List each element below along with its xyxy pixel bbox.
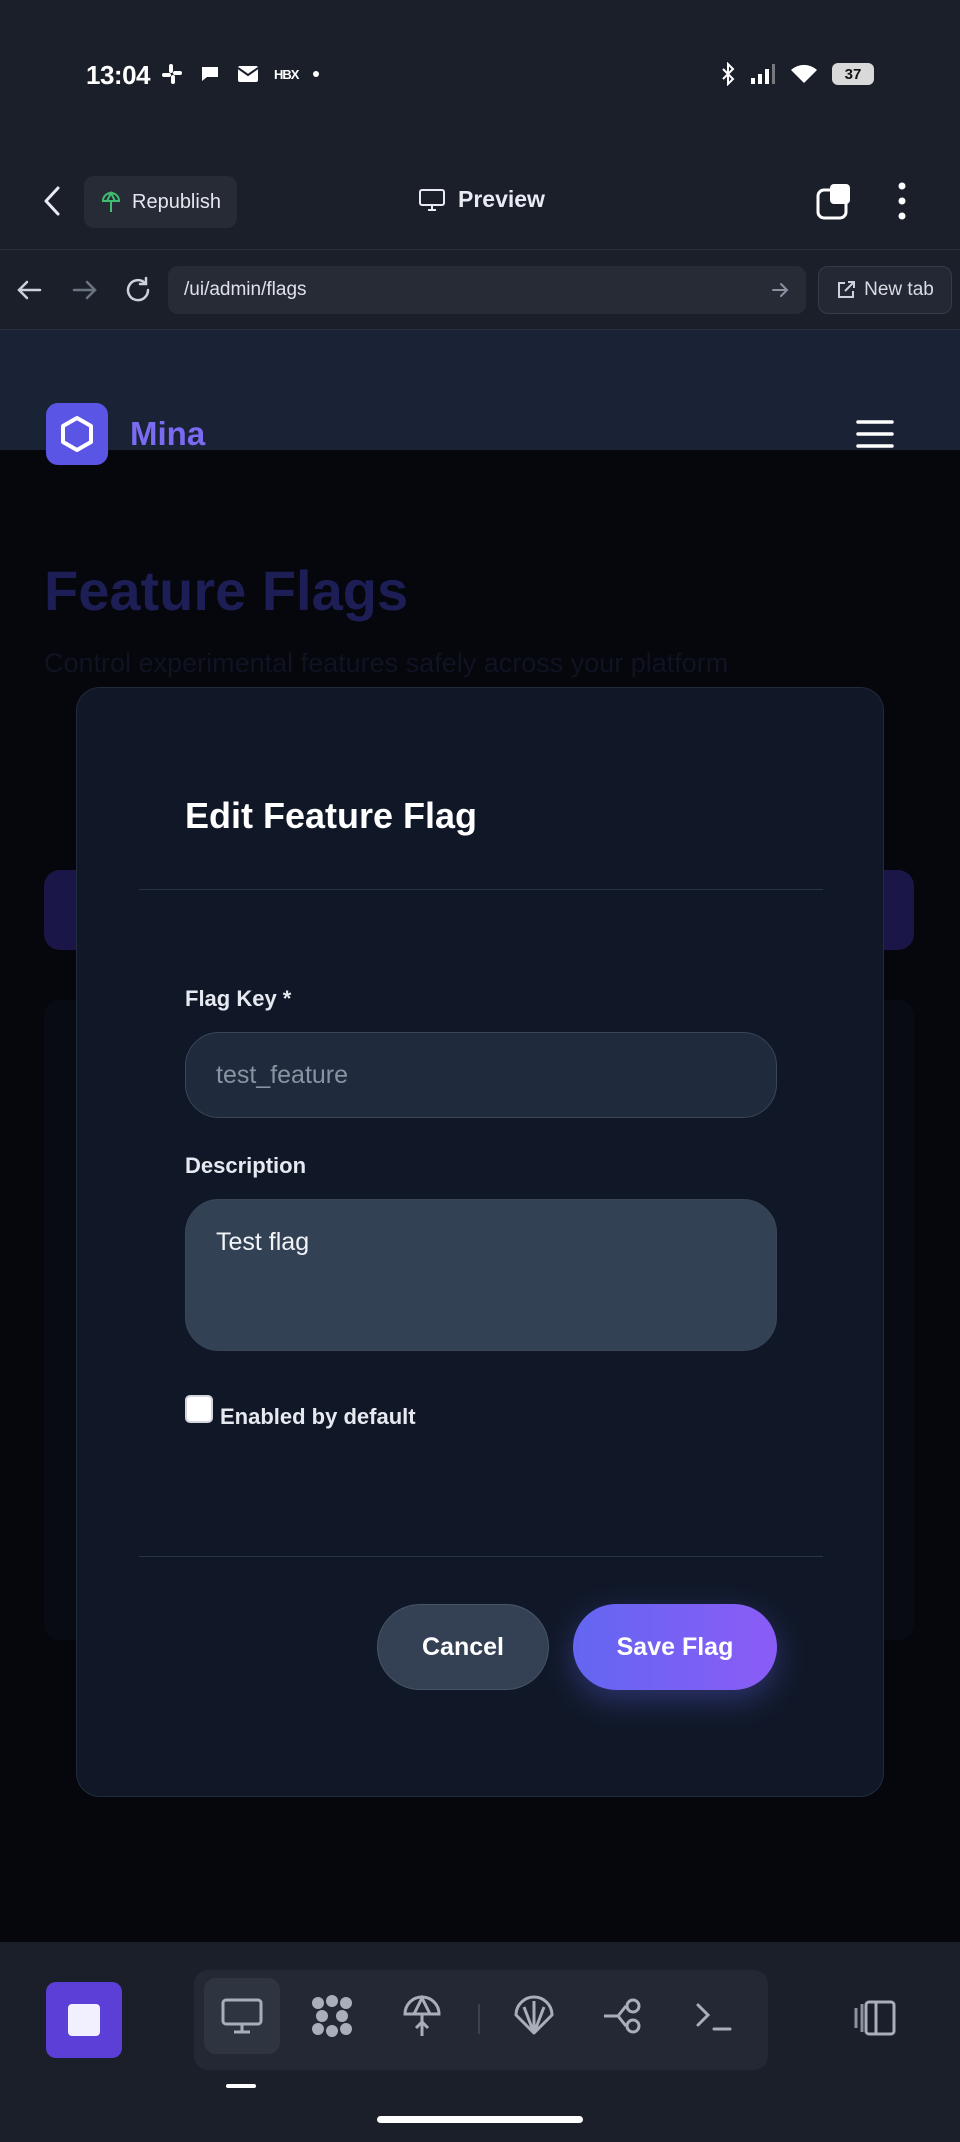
bluetooth-icon xyxy=(722,62,735,86)
dot-icon xyxy=(313,71,320,77)
reload-icon[interactable] xyxy=(122,274,154,306)
stop-button[interactable] xyxy=(46,1982,122,2058)
tool-group xyxy=(194,1970,768,2070)
stop-icon xyxy=(68,2004,100,2036)
modal-title: Edit Feature Flag xyxy=(185,795,478,836)
panel-toggle-icon[interactable] xyxy=(852,1998,898,2038)
modal-footer-divider xyxy=(139,1556,823,1557)
nav-forward-icon[interactable] xyxy=(68,274,100,306)
tool-separator xyxy=(478,2004,480,2034)
flag-key-label: Flag Key * xyxy=(185,986,292,1011)
description-textarea[interactable]: Test flag xyxy=(185,1199,777,1351)
description-label: Description xyxy=(185,1153,307,1178)
system-icons: 37 xyxy=(720,62,874,86)
chat-icon xyxy=(202,67,218,81)
branch-icon[interactable] xyxy=(586,1978,662,2054)
shell-icon[interactable] xyxy=(496,1978,572,2054)
status-bar: 13:04 HBX 37 xyxy=(0,0,960,150)
go-arrow-icon[interactable] xyxy=(770,280,790,300)
edit-flag-modal: Edit Feature Flag Flag Key * test_featur… xyxy=(76,687,884,1797)
bottom-toolbar xyxy=(0,1942,960,2142)
hexagon-logo-icon[interactable] xyxy=(46,403,108,465)
slack-icon xyxy=(162,64,182,84)
url-bar: /ui/admin/flags New tab xyxy=(0,250,960,330)
battery-icon: 37 xyxy=(832,63,874,85)
new-tab-button[interactable]: New tab xyxy=(818,266,952,314)
page-title: Feature Flags xyxy=(44,559,409,622)
home-indicator xyxy=(377,2116,583,2123)
more-vertical-icon[interactable] xyxy=(890,180,914,222)
republish-label: Republish xyxy=(132,190,221,213)
brand-name[interactable]: Mina xyxy=(130,415,205,453)
site-header: Mina xyxy=(0,403,960,503)
umbrella-icon[interactable] xyxy=(384,1978,460,2054)
app-header: Republish Preview xyxy=(0,150,960,250)
republish-icon xyxy=(101,190,121,212)
web-content: Mina Feature Flags Control experimental … xyxy=(0,330,960,1942)
flag-key-input[interactable]: test_feature xyxy=(185,1032,777,1118)
hamburger-menu-icon[interactable] xyxy=(856,419,894,449)
external-link-icon xyxy=(838,281,856,298)
grid-dots-icon[interactable] xyxy=(294,1978,370,2054)
page-subtitle: Control experimental features safely acr… xyxy=(44,648,729,678)
monitor-icon xyxy=(419,188,445,211)
mail-icon xyxy=(237,66,259,82)
modal-header-divider xyxy=(139,889,823,890)
status-time: 13:04 xyxy=(86,60,151,90)
save-flag-button[interactable]: Save Flag xyxy=(573,1604,777,1690)
url-text: /ui/admin/flags xyxy=(184,279,307,300)
terminal-icon[interactable] xyxy=(676,1978,752,2054)
enabled-label[interactable]: Enabled by default xyxy=(220,1404,416,1430)
monitor-icon[interactable] xyxy=(204,1978,280,2054)
url-input[interactable]: /ui/admin/flags xyxy=(168,266,806,314)
tabs-icon[interactable] xyxy=(816,182,852,220)
notification-icons: HBX xyxy=(160,62,320,86)
back-chevron-icon[interactable] xyxy=(38,184,68,218)
nav-back-icon[interactable] xyxy=(14,274,46,306)
enabled-checkbox[interactable] xyxy=(185,1395,213,1423)
hbx-icon: HBX xyxy=(274,66,299,82)
preview-toggle[interactable]: Preview xyxy=(418,186,545,213)
wifi-icon xyxy=(791,64,817,83)
preview-label: Preview xyxy=(458,186,545,212)
new-tab-label: New tab xyxy=(864,279,934,300)
republish-button[interactable]: Republish xyxy=(84,176,237,228)
signal-icon xyxy=(751,64,775,84)
cancel-button[interactable]: Cancel xyxy=(377,1604,549,1690)
active-tool-indicator xyxy=(226,2084,256,2088)
